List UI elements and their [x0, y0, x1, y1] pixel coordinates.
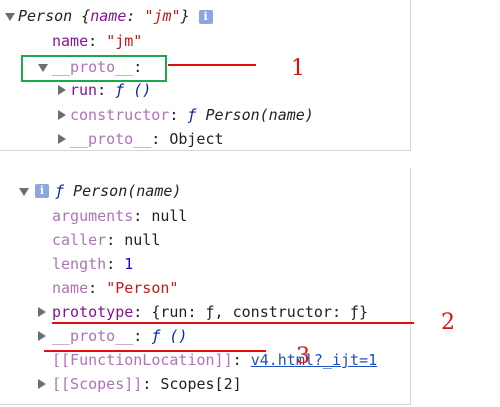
property-value: Object: [169, 130, 224, 148]
property-value: ƒ (): [115, 81, 152, 99]
property-key: __proto__: [52, 327, 134, 345]
property-key: __proto__: [70, 130, 152, 148]
property-colon: :: [142, 375, 161, 393]
property-key: [[Scopes]]: [52, 375, 143, 393]
function-location-link[interactable]: v4.html?_ijt=1: [251, 351, 377, 369]
object-header-row[interactable]: Person {name: "jm"} i: [18, 6, 213, 26]
function-marker: ƒ: [55, 182, 65, 200]
property-row-proto-proto[interactable]: __proto__: Object: [70, 129, 224, 149]
property-colon: :: [151, 130, 170, 148]
property-colon: :: [232, 351, 251, 369]
function-marker: ƒ: [187, 106, 197, 124]
object-preview-colon: :: [126, 7, 145, 25]
property-row-prototype[interactable]: prototype: {run: ƒ, constructor: ƒ}: [52, 302, 368, 322]
property-colon: :: [88, 279, 107, 297]
property-value: {run: ƒ, constructor: ƒ}: [151, 303, 369, 321]
property-row-arguments: arguments: null: [52, 206, 187, 226]
property-row-function-location: [[FunctionLocation]]: v4.html?_ijt=1: [52, 350, 377, 370]
object-preview-key: name: [90, 7, 127, 25]
console-entry-person-function: i ƒ Person(name) arguments: null caller:…: [0, 168, 411, 405]
property-colon: :: [106, 231, 125, 249]
annotation-underline-1: [168, 64, 256, 66]
triangle-right-icon[interactable]: [38, 307, 46, 317]
property-colon: :: [133, 207, 152, 225]
property-key: arguments: [52, 207, 134, 225]
property-value: 1: [124, 255, 134, 273]
property-row-name: name: "Person": [52, 278, 178, 298]
triangle-right-icon[interactable]: [38, 379, 46, 389]
property-row-proto[interactable]: __proto__: ƒ (): [52, 326, 187, 346]
property-row-caller: caller: null: [52, 230, 160, 250]
property-value: Scopes[2]: [160, 375, 242, 393]
property-value: null: [124, 231, 161, 249]
property-row-name: name: "jm": [52, 31, 142, 51]
object-open-brace: {: [81, 7, 91, 25]
info-icon[interactable]: i: [198, 10, 213, 24]
triangle-right-icon[interactable]: [58, 110, 66, 120]
property-row-constructor[interactable]: constructor: ƒ Person(name): [70, 105, 314, 125]
object-class-name: Person: [18, 7, 73, 25]
triangle-down-icon[interactable]: [5, 13, 15, 21]
property-key: caller: [52, 231, 107, 249]
property-key: name: [52, 279, 89, 297]
info-icon[interactable]: i: [35, 184, 49, 198]
property-value: Person(name): [205, 106, 314, 124]
annotation-underline-2: [52, 322, 414, 324]
property-value: null: [151, 207, 188, 225]
property-colon: :: [169, 106, 188, 124]
property-value: ƒ (): [151, 327, 188, 345]
object-preview-value: "jm": [144, 7, 181, 25]
triangle-right-icon[interactable]: [58, 134, 66, 144]
object-close-brace: }: [180, 7, 190, 25]
property-key: run: [70, 81, 98, 99]
annotation-label-2: 2: [441, 310, 455, 335]
annotation-label-1: 1: [291, 56, 305, 81]
property-value: "Person": [106, 279, 179, 297]
property-key: constructor: [70, 106, 170, 124]
property-colon: :: [97, 81, 116, 99]
property-colon: :: [133, 327, 152, 345]
property-colon: :: [88, 32, 107, 50]
triangle-right-icon[interactable]: [58, 85, 66, 95]
annotation-underline-3: [44, 350, 266, 352]
property-row-length: length: 1: [52, 254, 133, 274]
function-header-row[interactable]: i ƒ Person(name): [35, 181, 182, 201]
property-key: prototype: [52, 303, 134, 321]
property-key: length: [52, 255, 107, 273]
highlight-box-proto: [21, 55, 167, 82]
property-colon: :: [133, 303, 152, 321]
function-signature: Person(name): [73, 182, 182, 200]
property-key: name: [52, 32, 89, 50]
property-value: "jm": [106, 32, 143, 50]
property-colon: :: [106, 255, 125, 273]
annotation-label-3: 3: [296, 344, 310, 369]
triangle-down-icon[interactable]: [19, 188, 29, 196]
property-row-scopes[interactable]: [[Scopes]]: Scopes[2]: [52, 374, 242, 394]
triangle-right-icon[interactable]: [38, 331, 46, 341]
property-key: [[FunctionLocation]]: [52, 351, 233, 369]
property-row-run[interactable]: run: ƒ (): [70, 80, 151, 100]
